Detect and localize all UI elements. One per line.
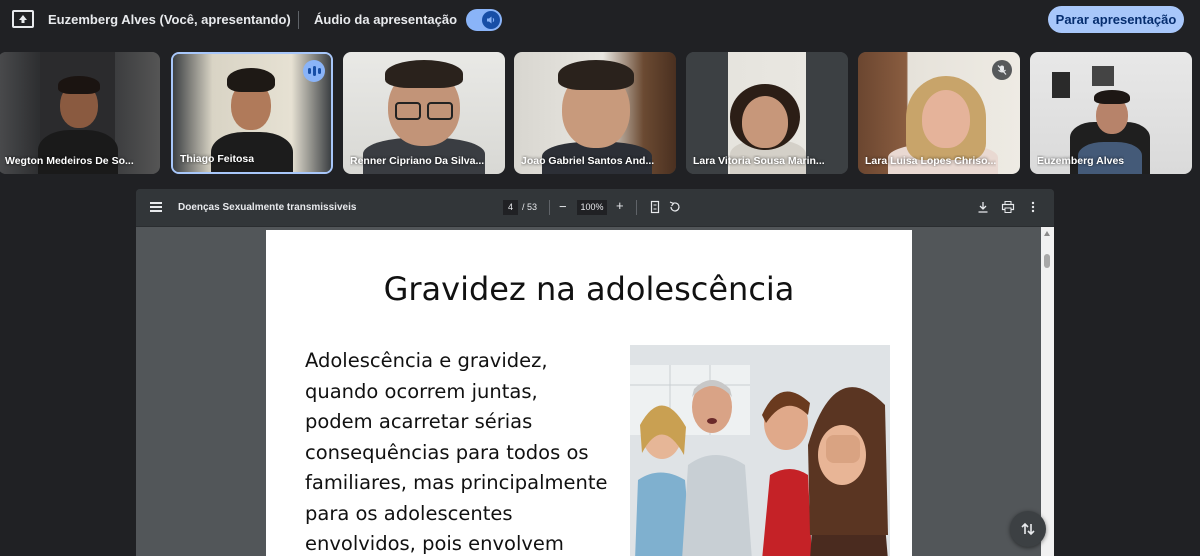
mic-off-icon — [992, 60, 1012, 80]
participant-tile-active[interactable]: Thiago Feitosa — [171, 52, 333, 174]
slide-photo — [630, 345, 890, 556]
more-vert-icon[interactable] — [1026, 200, 1040, 214]
divider — [636, 200, 637, 215]
slide-page: Gravidez na adolescência Adolescência e … — [266, 230, 912, 556]
scroll-up-arrow-icon[interactable] — [1044, 231, 1050, 236]
participant-tile[interactable]: Wegton Medeiros De So... — [0, 52, 160, 174]
zoom-input[interactable]: 100% — [577, 200, 607, 215]
zoom-in-button[interactable]: + — [616, 198, 624, 213]
audio-label: Áudio da apresentação — [314, 12, 458, 27]
participant-name: Thiago Feitosa — [180, 153, 255, 165]
presenting-bar: Euzemberg Alves (Você, apresentando) Áud… — [0, 0, 1200, 40]
participant-name: Euzemberg Alves — [1037, 155, 1125, 167]
vertical-scrollbar[interactable] — [1041, 227, 1054, 556]
zoom-out-button[interactable]: − — [559, 199, 567, 214]
download-icon[interactable] — [976, 200, 990, 214]
rotate-icon[interactable] — [668, 200, 682, 214]
divider — [549, 200, 550, 215]
swap-layout-button[interactable] — [1010, 511, 1046, 547]
slide-body-line: podem acarretar sérias — [305, 410, 533, 433]
participant-name: Joao Gabriel Santos And... — [521, 155, 655, 167]
fit-page-icon[interactable] — [648, 200, 662, 214]
slide-body: Adolescência e gravidez, quando ocorrem … — [305, 346, 625, 556]
participant-name: Renner Cipriano Da Silva... — [350, 155, 485, 167]
speaker-icon — [482, 11, 500, 29]
speaking-indicator-icon — [303, 60, 325, 82]
slide-body-line: familiares, mas principalmente — [305, 471, 608, 494]
participant-tile[interactable]: Joao Gabriel Santos And... — [514, 52, 676, 174]
divider — [298, 11, 299, 29]
participant-tile[interactable]: Renner Cipriano Da Silva... — [343, 52, 505, 174]
slide-title: Gravidez na adolescência — [383, 270, 795, 308]
participant-tile[interactable]: Euzemberg Alves — [1030, 52, 1192, 174]
participant-strip: Wegton Medeiros De So... Thiago Feitosa … — [0, 52, 1200, 174]
print-icon[interactable] — [1001, 200, 1015, 214]
page-total: / 53 — [522, 202, 538, 212]
stop-presenting-button[interactable]: Parar apresentação — [1048, 6, 1184, 33]
scrollbar-thumb[interactable] — [1044, 254, 1050, 268]
slide-body-line: quando ocorrem juntas, — [305, 379, 538, 403]
participant-name: Lara Luisa Lopes Chriso... — [865, 155, 997, 167]
participant-tile[interactable]: Lara Luisa Lopes Chriso... — [858, 52, 1020, 174]
slide-body-line: consequências para todos os — [305, 440, 589, 464]
swap-layout-icon — [1021, 522, 1035, 536]
participant-name: Wegton Medeiros De So... — [5, 155, 134, 167]
audio-toggle[interactable] — [466, 9, 502, 31]
menu-icon[interactable] — [150, 202, 162, 212]
pdf-toolbar: Doenças Sexualmente transmissiveis 4 / 5… — [136, 189, 1054, 227]
pdf-page-area[interactable]: Gravidez na adolescência Adolescência e … — [136, 227, 1054, 556]
presenter-name: Euzemberg Alves (Você, apresentando) — [48, 12, 291, 27]
participant-tile[interactable]: Lara Vitoria Sousa Marin... — [686, 52, 848, 174]
slide-body-line: para os adolescentes — [305, 501, 513, 525]
present-screen-icon — [12, 10, 34, 28]
participant-name: Lara Vitoria Sousa Marin... — [693, 155, 825, 167]
slide-body-line: envolvidos, pois envolvem — [305, 532, 564, 555]
document-title: Doenças Sexualmente transmissiveis — [178, 202, 357, 213]
page-number-input[interactable]: 4 — [503, 200, 518, 215]
pdf-viewer: Doenças Sexualmente transmissiveis 4 / 5… — [136, 189, 1054, 556]
slide-body-line: Adolescência e gravidez, — [305, 349, 548, 372]
